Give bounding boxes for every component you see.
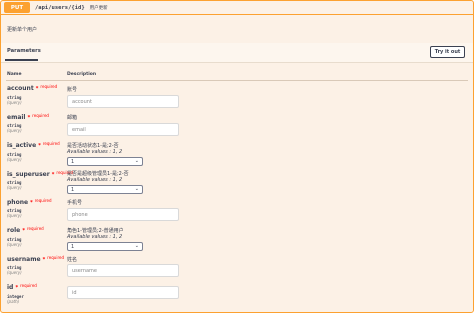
endpoint-summary: 用户更新 bbox=[89, 5, 108, 11]
param-location: (path) bbox=[7, 299, 20, 304]
select-value: 1 bbox=[71, 243, 75, 250]
required-star: * bbox=[15, 285, 19, 291]
is-active-select[interactable]: 1 ⌄ bbox=[67, 157, 143, 166]
required-star: * bbox=[27, 115, 31, 121]
param-name-role: role * required bbox=[7, 226, 44, 234]
available-values: Available values : 1, 2 bbox=[67, 177, 123, 183]
required-star: * bbox=[35, 86, 39, 92]
param-name-account: account * required bbox=[7, 84, 58, 92]
required-label: required bbox=[40, 84, 58, 89]
phone-input[interactable]: phone bbox=[67, 208, 179, 221]
param-name-text: phone bbox=[7, 199, 29, 206]
param-description: 角色1-管理员;2-普通用户 bbox=[67, 228, 124, 234]
param-name-is-superuser: is_superuser * required bbox=[7, 170, 73, 178]
http-method-badge: PUT bbox=[4, 2, 30, 13]
select-value: 1 bbox=[71, 186, 75, 193]
chevron-down-icon: ⌄ bbox=[134, 158, 139, 164]
column-divider bbox=[6, 80, 468, 81]
column-header-name: Name bbox=[7, 72, 22, 77]
account-input[interactable]: account bbox=[67, 95, 179, 108]
required-label: required bbox=[47, 255, 64, 260]
param-name-email: email * required bbox=[7, 113, 49, 121]
param-description: 是否活动状态1-是;2-否 bbox=[67, 143, 119, 149]
operation-description: 更新单个用户 bbox=[7, 27, 38, 33]
param-name-phone: phone * required bbox=[7, 198, 52, 206]
required-star: * bbox=[38, 143, 41, 149]
parameters-header: Parameters bbox=[1, 43, 473, 63]
available-values: Available values : 1, 2 bbox=[67, 234, 123, 240]
is-superuser-select[interactable]: 1 ⌄ bbox=[67, 185, 143, 194]
try-it-out-button[interactable]: Try it out bbox=[430, 46, 465, 58]
required-star: * bbox=[22, 228, 25, 234]
param-location: (query) bbox=[7, 270, 22, 275]
param-name-id: id * required bbox=[7, 283, 37, 291]
tab-active-indicator bbox=[5, 59, 38, 61]
param-location: (query) bbox=[7, 185, 22, 190]
id-input[interactable]: id bbox=[67, 286, 179, 299]
chevron-down-icon: ⌄ bbox=[134, 186, 139, 192]
param-location: (query) bbox=[7, 128, 22, 133]
param-location: (query) bbox=[7, 100, 22, 105]
param-name-text: email bbox=[7, 114, 26, 121]
required-star: * bbox=[30, 200, 33, 206]
param-name-text: is_active bbox=[7, 142, 37, 149]
required-label: required bbox=[42, 141, 60, 146]
operation-block: PUT /api/users/{id} 用户更新 更新单个用户 Paramete… bbox=[0, 0, 474, 313]
required-star: * bbox=[42, 257, 46, 263]
operation-summary[interactable]: PUT /api/users/{id} 用户更新 bbox=[1, 1, 473, 15]
param-description: 手机号 bbox=[67, 200, 83, 206]
select-value: 1 bbox=[71, 158, 75, 165]
param-name-text: role bbox=[7, 227, 21, 234]
param-description: 账号 bbox=[67, 87, 78, 93]
username-input[interactable]: username bbox=[67, 264, 179, 277]
required-label: required bbox=[32, 113, 49, 118]
param-name-text: account bbox=[7, 85, 34, 92]
param-name-text: username bbox=[7, 256, 41, 263]
param-location: (query) bbox=[7, 213, 22, 218]
required-label: required bbox=[20, 283, 37, 288]
available-values: Available values : 1, 2 bbox=[67, 149, 123, 155]
endpoint-path: /api/users/{id} bbox=[35, 4, 85, 11]
column-header-description: Description bbox=[67, 72, 97, 77]
param-description: 邮箱 bbox=[67, 115, 78, 121]
param-location: (query) bbox=[7, 157, 22, 162]
param-description: 姓名 bbox=[67, 257, 78, 263]
param-description: 是否是超级管理员1-是;2-否 bbox=[67, 171, 129, 177]
chevron-down-icon: ⌄ bbox=[134, 243, 139, 249]
param-name-text: id bbox=[7, 284, 14, 291]
tab-parameters[interactable]: Parameters bbox=[7, 48, 41, 54]
required-star: * bbox=[51, 172, 55, 178]
param-name-text: is_superuser bbox=[7, 171, 50, 178]
param-name-username: username * required bbox=[7, 255, 64, 263]
email-input[interactable]: email bbox=[67, 123, 179, 136]
param-name-is-active: is_active * required bbox=[7, 141, 60, 149]
required-label: required bbox=[34, 198, 52, 203]
required-label: required bbox=[26, 226, 44, 231]
role-select[interactable]: 1 ⌄ bbox=[67, 242, 143, 251]
param-location: (query) bbox=[7, 242, 22, 247]
